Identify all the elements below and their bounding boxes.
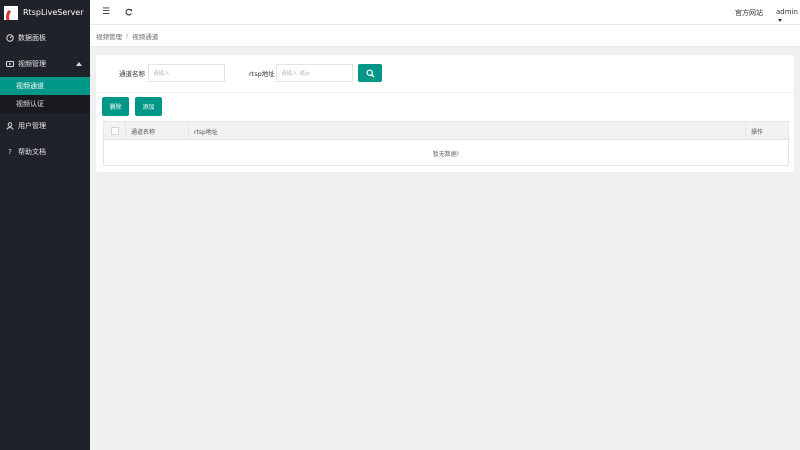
sidebar-item-video-channel[interactable]: 视频通道 [0, 77, 90, 95]
delete-button[interactable]: 删除 [102, 97, 129, 116]
content-card: 通道名称 请输入 rtsp地址 请输入 或ip 删除 添加 通道名称 rtsp地… [96, 55, 794, 172]
column-header-rtsp-address[interactable]: rtsp地址 [194, 127, 218, 136]
sidebar-item-label: 帮助文档 [18, 148, 46, 156]
column-header-channel-name[interactable]: 通道名称 [131, 127, 155, 136]
sidebar-item-dashboard[interactable]: 数据面板 [0, 25, 90, 51]
sidebar-item-user-management[interactable]: 用户管理 [0, 113, 90, 139]
column-divider [125, 122, 126, 140]
sidebar-item-label: 视频通道 [16, 82, 44, 90]
app-name: RtspLiveServer [23, 8, 84, 17]
channel-name-input[interactable]: 请输入 [148, 64, 225, 82]
app-logo-icon [4, 5, 18, 20]
sidebar-item-label: 数据面板 [18, 34, 46, 42]
breadcrumb-item-current: 视频通道 [132, 32, 159, 41]
submenu-video: 视频通道 视频认证 [0, 77, 90, 113]
column-divider [745, 122, 746, 140]
chevron-up-icon [76, 62, 82, 66]
refresh-icon[interactable] [124, 7, 134, 17]
channel-table: 通道名称 rtsp地址 操作 暂无数据! [103, 121, 789, 166]
select-all-checkbox[interactable] [111, 127, 119, 135]
sidebar-item-label: 用户管理 [18, 122, 46, 130]
user-menu[interactable]: admin [776, 8, 800, 24]
channel-name-label: 通道名称 [119, 70, 145, 78]
user-icon [6, 122, 14, 130]
username: admin [776, 8, 798, 16]
video-icon [6, 60, 14, 68]
breadcrumb: 视频管理 / 视频通道 [90, 25, 800, 47]
sidebar-item-help[interactable]: ? 帮助文档 [0, 139, 90, 165]
brand[interactable]: RtspLiveServer [0, 0, 90, 25]
column-divider [188, 122, 189, 140]
sidebar-item-video-auth[interactable]: 视频认证 [0, 95, 90, 113]
table-header: 通道名称 rtsp地址 操作 [104, 122, 788, 140]
sidebar-item-video-management[interactable]: 视频管理 [0, 51, 90, 77]
official-site-link[interactable]: 官方网站 [735, 8, 763, 18]
sidebar-item-label: 视频管理 [18, 60, 46, 68]
rtsp-address-input[interactable]: 请输入 或ip [276, 64, 353, 82]
search-form: 通道名称 请输入 rtsp地址 请输入 或ip [96, 55, 794, 93]
table-empty-message: 暂无数据! [432, 150, 460, 158]
add-button[interactable]: 添加 [135, 97, 162, 116]
sidebar-item-label: 视频认证 [16, 100, 44, 108]
dashboard-icon [6, 34, 14, 42]
top-header: ☰ 官方网站 admin [90, 0, 800, 25]
breadcrumb-separator: / [126, 31, 129, 40]
breadcrumb-item[interactable]: 视频管理 [96, 31, 122, 41]
sidebar: RtspLiveServer 数据面板 视频管理 视频通道 视频认证 用户管理 … [0, 0, 90, 450]
hamburger-icon[interactable]: ☰ [101, 7, 111, 17]
rtsp-address-label: rtsp地址 [249, 70, 275, 78]
search-button[interactable] [358, 64, 382, 82]
column-header-actions: 操作 [751, 129, 764, 136]
caret-down-icon [778, 18, 782, 22]
search-icon [365, 68, 374, 77]
help-icon: ? [8, 148, 12, 156]
